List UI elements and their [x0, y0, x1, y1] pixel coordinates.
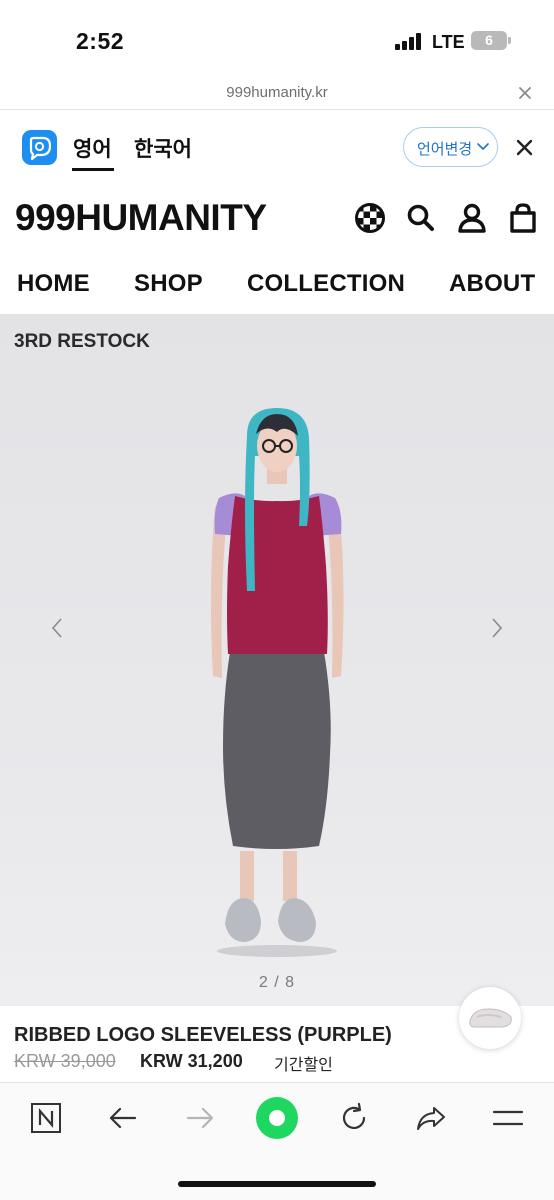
- papago-icon[interactable]: [22, 130, 57, 165]
- user-icon[interactable]: [456, 202, 488, 234]
- tab-english[interactable]: 영어: [73, 133, 112, 163]
- checker-globe-icon[interactable]: [354, 202, 386, 234]
- discount-label: 기간할인: [274, 1057, 333, 1074]
- chevron-down-icon: [477, 143, 489, 150]
- close-icon[interactable]: [515, 138, 534, 157]
- menu-icon[interactable]: [491, 1101, 525, 1135]
- search-icon[interactable]: [405, 202, 437, 234]
- share-icon[interactable]: [414, 1101, 448, 1135]
- product-photo: [210, 408, 344, 957]
- home-indicator: [178, 1181, 376, 1187]
- product-image-carousel[interactable]: 3RD RESTOCK 2 / 8: [0, 314, 554, 1006]
- back-arrow-icon[interactable]: [106, 1101, 140, 1135]
- nav-about[interactable]: ABOUT: [449, 270, 535, 298]
- chevron-left-icon[interactable]: [49, 616, 65, 640]
- translate-bar: 영어 한국어 언어변경: [0, 111, 554, 183]
- active-tab-underline: [72, 168, 114, 171]
- site-nav: HOME SHOP COLLECTION ABOUT: [0, 258, 554, 314]
- status-bar: 2:52 LTE 6: [0, 0, 554, 80]
- language-change-label: 언어변경: [417, 141, 473, 158]
- signal-icon: [395, 33, 421, 50]
- nav-shop[interactable]: SHOP: [134, 270, 203, 298]
- shopping-bag-icon[interactable]: [507, 202, 539, 234]
- site-header: 999HUMANITY: [0, 185, 554, 249]
- language-change-button[interactable]: 언어변경: [403, 127, 498, 167]
- chevron-right-icon[interactable]: [489, 616, 505, 640]
- reload-icon[interactable]: [337, 1101, 371, 1135]
- tab-korean[interactable]: 한국어: [134, 133, 192, 163]
- original-price: KRW 39,000: [14, 1051, 116, 1071]
- browser-toolbar: [0, 1082, 554, 1200]
- floating-product-thumbnail[interactable]: [459, 987, 521, 1049]
- status-time: 2:52: [76, 28, 125, 54]
- sale-price: KRW 31,200: [140, 1051, 243, 1071]
- url-text[interactable]: 999humanity.kr: [0, 84, 554, 101]
- naver-n-icon[interactable]: [29, 1101, 63, 1135]
- brand-logo[interactable]: 999HUMANITY: [15, 197, 267, 239]
- battery-level: 6: [485, 32, 493, 48]
- forward-arrow-icon[interactable]: [183, 1101, 217, 1135]
- battery-cap: [508, 37, 511, 44]
- product-name[interactable]: RIBBED LOGO SLEEVELESS (PURPLE): [14, 1024, 392, 1047]
- url-bar[interactable]: 999humanity.kr: [0, 80, 554, 110]
- close-icon[interactable]: [516, 84, 534, 102]
- sneaker-icon: [469, 1008, 512, 1028]
- network-type: LTE: [432, 32, 465, 52]
- nav-home[interactable]: HOME: [17, 270, 90, 298]
- green-home-icon[interactable]: [256, 1097, 298, 1139]
- nav-collection[interactable]: COLLECTION: [247, 270, 405, 298]
- restock-badge: 3RD RESTOCK: [14, 331, 150, 352]
- battery-icon: 6: [471, 31, 507, 50]
